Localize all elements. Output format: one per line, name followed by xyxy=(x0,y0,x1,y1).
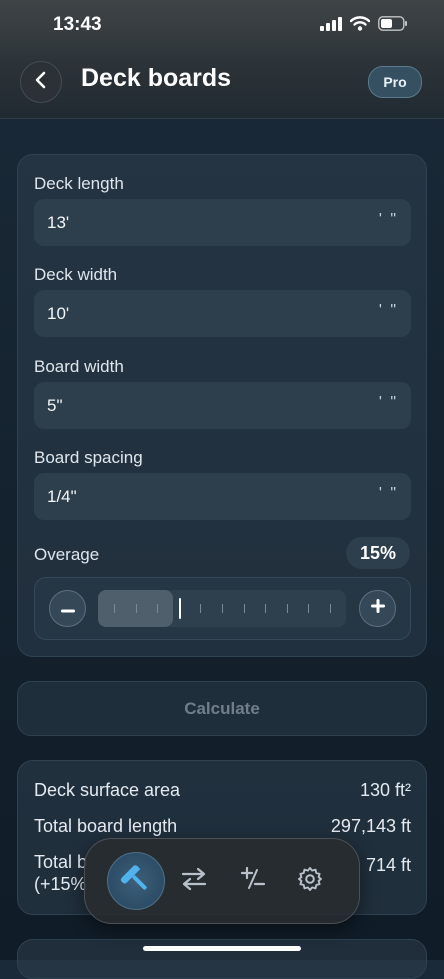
overage-stepper xyxy=(34,577,411,640)
result-label: Deck surface area xyxy=(34,780,181,800)
pro-badge[interactable]: Pro xyxy=(368,66,422,98)
status-time: 13:43 xyxy=(53,14,102,35)
increase-overage-button[interactable] xyxy=(359,590,396,627)
slider-tick xyxy=(135,604,137,613)
slider-tick xyxy=(200,604,202,613)
page-title: Deck boards xyxy=(81,64,232,92)
back-button[interactable] xyxy=(20,61,62,103)
plus-icon xyxy=(370,599,385,618)
result-value: 297,143 ft xyxy=(330,816,411,836)
slider-tick xyxy=(286,604,288,613)
result-label-line2: (+15% xyxy=(34,874,87,894)
status-icons xyxy=(320,16,408,36)
home-indicator xyxy=(143,946,301,951)
tab-tools[interactable] xyxy=(107,852,165,910)
battery-icon xyxy=(378,16,408,36)
overage-value: 15% xyxy=(346,537,410,569)
gear-icon xyxy=(296,865,324,898)
slider-tick xyxy=(157,604,159,613)
result-value: 714 ft xyxy=(365,855,411,875)
decrease-overage-button[interactable] xyxy=(49,590,86,627)
board-width-value: 5" xyxy=(47,396,63,415)
deck-length-input[interactable]: 13' ' " xyxy=(34,199,411,246)
overage-label: Overage xyxy=(34,545,100,564)
slider-tick xyxy=(265,604,267,613)
wifi-icon xyxy=(349,16,371,36)
cellular-signal-icon xyxy=(320,16,342,36)
feet-inches-unit: ' " xyxy=(378,485,398,502)
result-label: Total b xyxy=(34,852,88,872)
minus-icon xyxy=(60,600,75,618)
next-card xyxy=(17,939,427,979)
deck-width-input[interactable]: 10' ' " xyxy=(34,290,411,337)
hammer-icon xyxy=(119,862,153,901)
slider-tick xyxy=(330,604,331,613)
deck-width-label: Deck width xyxy=(34,265,118,284)
header: 13:43 Deck boards Pro xyxy=(0,0,444,119)
board-width-label: Board width xyxy=(34,357,124,376)
tab-convert[interactable] xyxy=(165,852,223,910)
overage-slider[interactable] xyxy=(98,590,346,627)
overage-slider-thumb[interactable] xyxy=(178,598,181,619)
board-spacing-label: Board spacing xyxy=(34,448,143,467)
board-width-input[interactable]: 5" ' " xyxy=(34,382,411,429)
plus-minus-icon xyxy=(238,866,266,897)
swap-arrows-icon xyxy=(180,866,208,897)
tab-settings[interactable] xyxy=(281,852,339,910)
board-spacing-value: 1/4" xyxy=(47,487,77,506)
calculate-button[interactable]: Calculate xyxy=(17,681,427,736)
tab-bar xyxy=(84,838,360,924)
feet-inches-unit: ' " xyxy=(378,302,398,319)
slider-tick xyxy=(114,604,115,613)
slider-tick xyxy=(243,604,245,613)
chevron-left-icon xyxy=(34,71,48,94)
deck-width-value: 10' xyxy=(47,304,70,323)
result-value: 130 ft² xyxy=(359,780,411,800)
slider-tick xyxy=(222,604,223,613)
deck-length-label: Deck length xyxy=(34,174,124,193)
board-spacing-input[interactable]: 1/4" ' " xyxy=(34,473,411,520)
feet-inches-unit: ' " xyxy=(378,394,398,411)
result-label: Total board length xyxy=(34,816,178,836)
tab-calculator[interactable] xyxy=(223,852,281,910)
feet-inches-unit: ' " xyxy=(378,211,398,228)
deck-length-value: 13' xyxy=(47,213,70,232)
input-card: Deck length 13' ' " Deck width 10' ' " B… xyxy=(17,154,427,657)
slider-tick xyxy=(308,604,310,613)
